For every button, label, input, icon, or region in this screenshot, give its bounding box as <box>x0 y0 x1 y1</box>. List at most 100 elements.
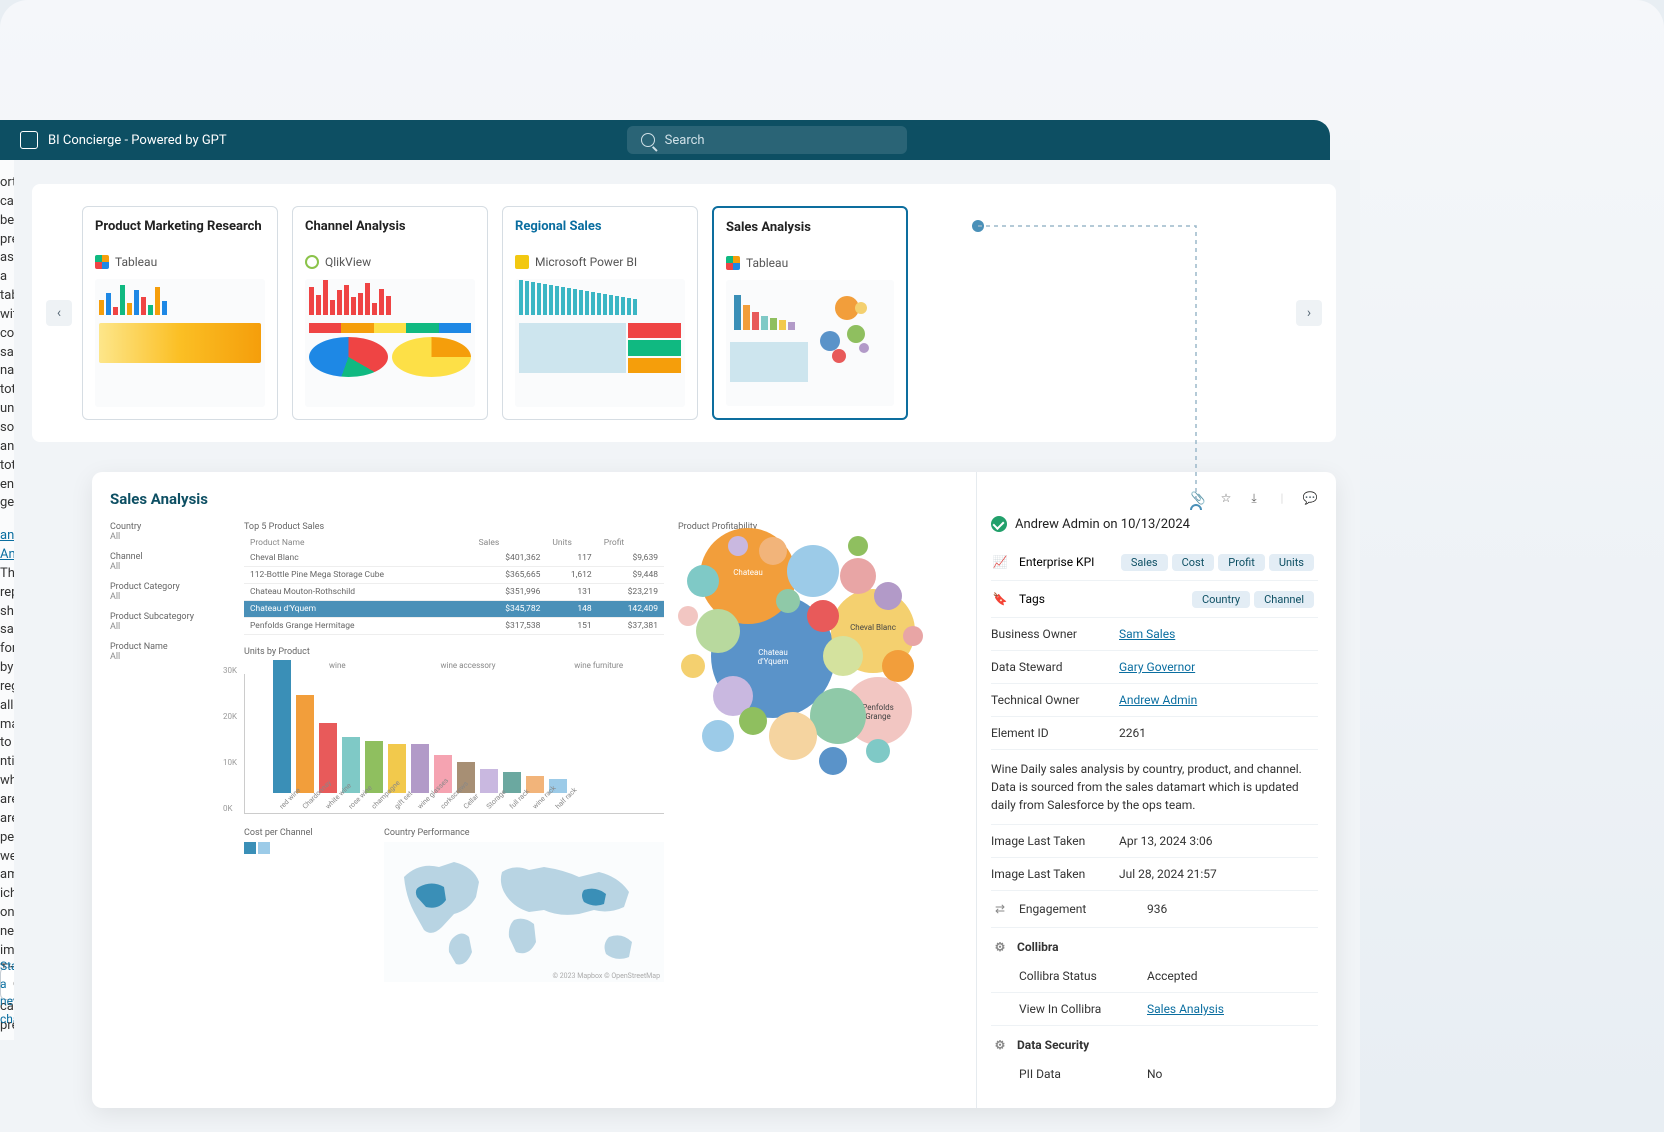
chart-title: Top 5 Product Sales <box>244 522 664 532</box>
bubble <box>702 720 734 752</box>
top5-table: Product NameSalesUnitsProfitCheval Blanc… <box>244 536 664 635</box>
collibra-link[interactable]: Sales Analysis <box>1147 1002 1224 1016</box>
card-tool: QlikView <box>305 255 475 269</box>
bubble <box>819 747 847 775</box>
card-thumbnail <box>726 280 894 406</box>
card-tool: Tableau <box>726 256 894 270</box>
card-thumbnail <box>305 279 475 407</box>
check-icon <box>991 516 1007 532</box>
report-card[interactable]: Product Marketing Research Tableau <box>82 206 278 420</box>
search-icon <box>641 133 655 147</box>
legend-swatch <box>258 842 270 854</box>
card-tool: Microsoft Power BI <box>515 255 685 269</box>
steward-link[interactable]: Gary Governor <box>1119 660 1195 674</box>
bar: Storage <box>480 769 498 814</box>
bubble <box>678 606 698 626</box>
bubble <box>769 712 817 760</box>
chat-icon[interactable]: 💬 <box>1302 490 1318 506</box>
bubble <box>759 537 787 565</box>
carousel-prev[interactable]: ‹ <box>46 300 72 326</box>
chat-sidebar: ort can be presented as a table, with co… <box>0 160 14 1040</box>
detail-sidebar: 📎 ☆ ⤓ | 💬 Andrew Admin on 10/13/2024 📈En… <box>976 472 1336 1108</box>
bar: white wine <box>319 723 337 813</box>
report-card[interactable]: Regional Sales Microsoft Power BI <box>502 206 698 420</box>
certified-by: Andrew Admin on 10/13/2024 <box>991 516 1318 532</box>
world-map: © 2023 Mapbox © OpenStreetMap <box>384 842 664 982</box>
owner-link[interactable]: Sam Sales <box>1119 627 1175 641</box>
kpi-pill[interactable]: Cost <box>1172 554 1215 571</box>
tool-icon <box>305 255 319 269</box>
card-title: Sales Analysis <box>726 220 894 252</box>
chart-title: Product Profitability <box>678 522 958 532</box>
card-title: Product Marketing Research <box>95 219 265 251</box>
link-channel-analysis[interactable]: annel Analysis <box>0 528 14 562</box>
card-title: Regional Sales <box>515 219 685 251</box>
bar: champagne <box>365 741 383 814</box>
bar: red wine <box>273 660 291 813</box>
attach-icon[interactable]: 📎 <box>1190 490 1206 506</box>
bubble <box>681 654 705 678</box>
detail-title: Sales Analysis <box>110 490 958 508</box>
chart-icon: 📈 <box>991 553 1009 571</box>
bubble <box>823 636 863 676</box>
units-bar-chart: 0K10K20K30K red wineChardonnaywhite wine… <box>244 674 664 814</box>
search-input-wrap[interactable] <box>627 126 907 154</box>
bubble <box>739 707 767 735</box>
bubble <box>787 545 839 597</box>
bar: rose wine <box>342 737 360 813</box>
tool-icon <box>515 255 529 269</box>
kpi-pill[interactable]: Units <box>1269 554 1314 571</box>
main-area: ‹ › Product Marketing Research Tableau Cha… <box>14 160 1360 1132</box>
bubble <box>903 626 923 646</box>
tag-pill[interactable]: Country <box>1192 591 1250 608</box>
tag-icon: 🔖 <box>991 590 1009 608</box>
filter[interactable]: ChannelAll <box>110 552 230 572</box>
bubble-chart: Chateaud'YquemChateauCheval BlancPenfold… <box>678 536 958 796</box>
card-tool: Tableau <box>95 255 265 269</box>
filter[interactable]: CountryAll <box>110 522 230 542</box>
engagement-icon: ⇄ <box>991 900 1009 918</box>
bubble <box>728 536 748 556</box>
bubble <box>696 609 740 653</box>
chart-title: Country Performance <box>384 828 664 838</box>
report-card[interactable]: Channel Analysis QlikView <box>292 206 488 420</box>
filter[interactable]: Product SubcategoryAll <box>110 612 230 632</box>
report-card[interactable]: Sales Analysis Tableau <box>712 206 908 420</box>
card-title: Channel Analysis <box>305 219 475 251</box>
tag-pill[interactable]: Channel <box>1254 591 1314 608</box>
tech-owner-link[interactable]: Andrew Admin <box>1119 693 1197 707</box>
tool-icon <box>95 255 109 269</box>
bar: gift set <box>388 744 406 813</box>
kpi-pill[interactable]: Profit <box>1218 554 1265 571</box>
legend-swatch <box>244 842 256 854</box>
bubble <box>840 558 876 594</box>
tool-icon <box>726 256 740 270</box>
search-input[interactable] <box>665 133 893 148</box>
gear-icon: ⚙ <box>991 938 1009 956</box>
map-credit: © 2023 Mapbox © OpenStreetMap <box>553 972 661 980</box>
description: Wine Daily sales analysis by country, pr… <box>991 750 1318 825</box>
bubble <box>776 589 800 613</box>
bubble <box>810 688 866 744</box>
filter[interactable]: Product NameAll <box>110 642 230 662</box>
download-icon[interactable]: ⤓ <box>1246 490 1262 506</box>
card-thumbnail <box>95 279 265 407</box>
kpi-pill[interactable]: Sales <box>1121 554 1168 571</box>
bubble <box>866 739 890 763</box>
star-icon[interactable]: ☆ <box>1218 490 1234 506</box>
card-carousel: ‹ › Product Marketing Research Tableau Cha… <box>32 184 1336 442</box>
filter[interactable]: Product CategoryAll <box>110 582 230 602</box>
card-thumbnail <box>515 279 685 407</box>
carousel-next[interactable]: › <box>1296 300 1322 326</box>
brand-text: BI Concierge - Powered by GPT <box>48 133 227 148</box>
detail-panel: Sales Analysis CountryAll ChannelAll Produ… <box>92 472 1336 1108</box>
chart-title: Units by Product <box>244 647 664 657</box>
bubble <box>882 650 914 682</box>
bubble <box>848 536 868 556</box>
chart-title: Cost per Channel <box>244 828 364 838</box>
bubble <box>807 600 839 632</box>
gear-icon: ⚙ <box>991 1036 1009 1054</box>
top-bar: BI Concierge - Powered by GPT <box>0 120 1330 160</box>
bubble <box>687 565 719 597</box>
bar: wine glasses <box>411 744 429 813</box>
